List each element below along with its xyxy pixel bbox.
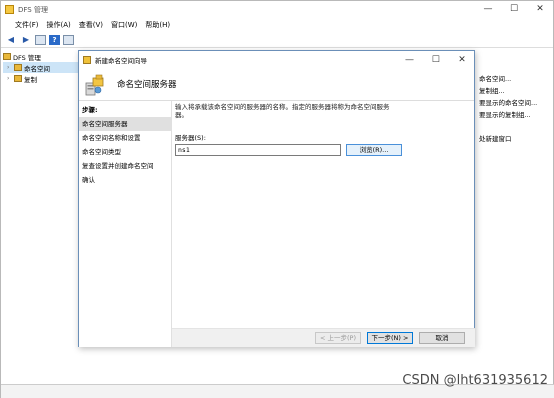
action-new-replication-group[interactable]: 复制组... (479, 85, 554, 97)
menu-file[interactable]: 文件(F) (15, 20, 39, 30)
next-button[interactable]: 下一步(N) > (367, 332, 413, 344)
dialog-title-bar: 新建命名空间向导 — ☐ ✕ (79, 51, 474, 68)
wizard-header: 命名空间服务器 (79, 68, 474, 101)
step-namespace-type: 命名空间类型 (82, 148, 121, 156)
step-review-create: 复查设置并创建命名空间 (82, 162, 154, 170)
window-title: DFS 管理 (18, 5, 48, 14)
menu-window[interactable]: 窗口(W) (111, 20, 137, 30)
replication-icon (14, 75, 22, 82)
wizard-page-title: 命名空间服务器 (117, 80, 177, 90)
menu-help[interactable]: 帮助(H) (145, 20, 170, 30)
browse-button[interactable]: 浏览(R)... (346, 144, 402, 156)
menu-bar: 文件(F) 操作(A) 查看(V) 窗口(W) 帮助(H) (1, 18, 553, 32)
expand-chevron-icon[interactable]: › (7, 75, 12, 82)
console-tree-icon[interactable] (35, 34, 46, 45)
tree-item-label: 命名空间 (24, 64, 50, 73)
step-confirmation: 确认 (82, 176, 95, 184)
namespace-icon (14, 64, 22, 71)
actions-pane: 命名空间... 复制组... 要显示的命名空间... 要显示的复制组... 处新… (479, 73, 554, 145)
dialog-minimize-button[interactable]: — (398, 55, 422, 65)
server-input[interactable]: ns1 (175, 144, 341, 156)
menu-view[interactable]: 查看(V) (79, 20, 103, 30)
expand-chevron-icon[interactable]: › (7, 64, 12, 71)
dfs-app-icon (5, 5, 14, 14)
step-namespace-server: 命名空间服务器 (79, 117, 171, 131)
action-add-replication-groups-to-display[interactable]: 要显示的复制组... (479, 109, 554, 121)
dialog-title: 新建命名空间向导 (95, 56, 147, 65)
maximize-button[interactable]: ☐ (501, 1, 527, 18)
server-label: 服务器(S): (175, 134, 206, 142)
dialog-close-button[interactable]: ✕ (450, 55, 474, 65)
title-bar: DFS 管理 — ☐ ✕ (1, 1, 553, 18)
action-new-namespace[interactable]: 命名空间... (479, 73, 554, 85)
menu-action[interactable]: 操作(A) (47, 20, 71, 30)
previous-button[interactable]: < 上一步(P) (315, 332, 361, 344)
csdn-watermark: CSDN @lht631935612 (402, 373, 548, 388)
action-blank (479, 121, 554, 133)
wizard-button-bar: < 上一步(P) 下一步(N) > 取消 (172, 328, 475, 347)
close-button[interactable]: ✕ (527, 1, 553, 18)
show-action-pane-icon[interactable] (63, 34, 74, 45)
action-add-namespaces-to-display[interactable]: 要显示的命名空间... (479, 97, 554, 109)
wizard-content: 输入将承载该命名空间的服务器的名称。指定的服务器将称为命名空间服务器。 服务器(… (175, 103, 471, 328)
dialog-maximize-button[interactable]: ☐ (424, 55, 448, 65)
namespace-server-icon (85, 74, 105, 96)
server-description: 输入将承载该命名空间的服务器的名称。指定的服务器将称为命名空间服务器。 (175, 103, 390, 119)
back-arrow-icon[interactable]: ◀ (5, 34, 17, 45)
action-new-window[interactable]: 处新建窗口 (479, 133, 554, 145)
tree-item-replication[interactable]: › 复制 (3, 73, 79, 84)
toolbar: ◀ ▶ ? (1, 32, 553, 48)
tree-item-label: 复制 (24, 75, 37, 84)
steps-heading: 步骤: (82, 106, 98, 114)
minimize-button[interactable]: — (475, 1, 501, 18)
cancel-button[interactable]: 取消 (419, 332, 465, 344)
new-namespace-wizard-dialog: 新建命名空间向导 — ☐ ✕ 命名空间服务器 步骤: 命名空间服务器 命名空间名… (78, 50, 475, 347)
tree-item-dfs-root[interactable]: DFS 管理 (3, 51, 79, 62)
wizard-title-icon (83, 55, 91, 64)
tree-item-namespace[interactable]: › 命名空间 (3, 62, 79, 73)
wizard-steps-pane: 步骤: 命名空间服务器 命名空间名称和设置 命名空间类型 复查设置并创建命名空间… (79, 101, 172, 347)
help-icon[interactable]: ? (49, 34, 60, 45)
folder-icon (3, 53, 11, 60)
forward-arrow-icon[interactable]: ▶ (20, 34, 32, 45)
tree-root-label: DFS 管理 (13, 53, 41, 62)
console-tree: DFS 管理 › 命名空间 › 复制 (3, 51, 79, 84)
step-namespace-name-settings: 命名空间名称和设置 (82, 134, 141, 142)
